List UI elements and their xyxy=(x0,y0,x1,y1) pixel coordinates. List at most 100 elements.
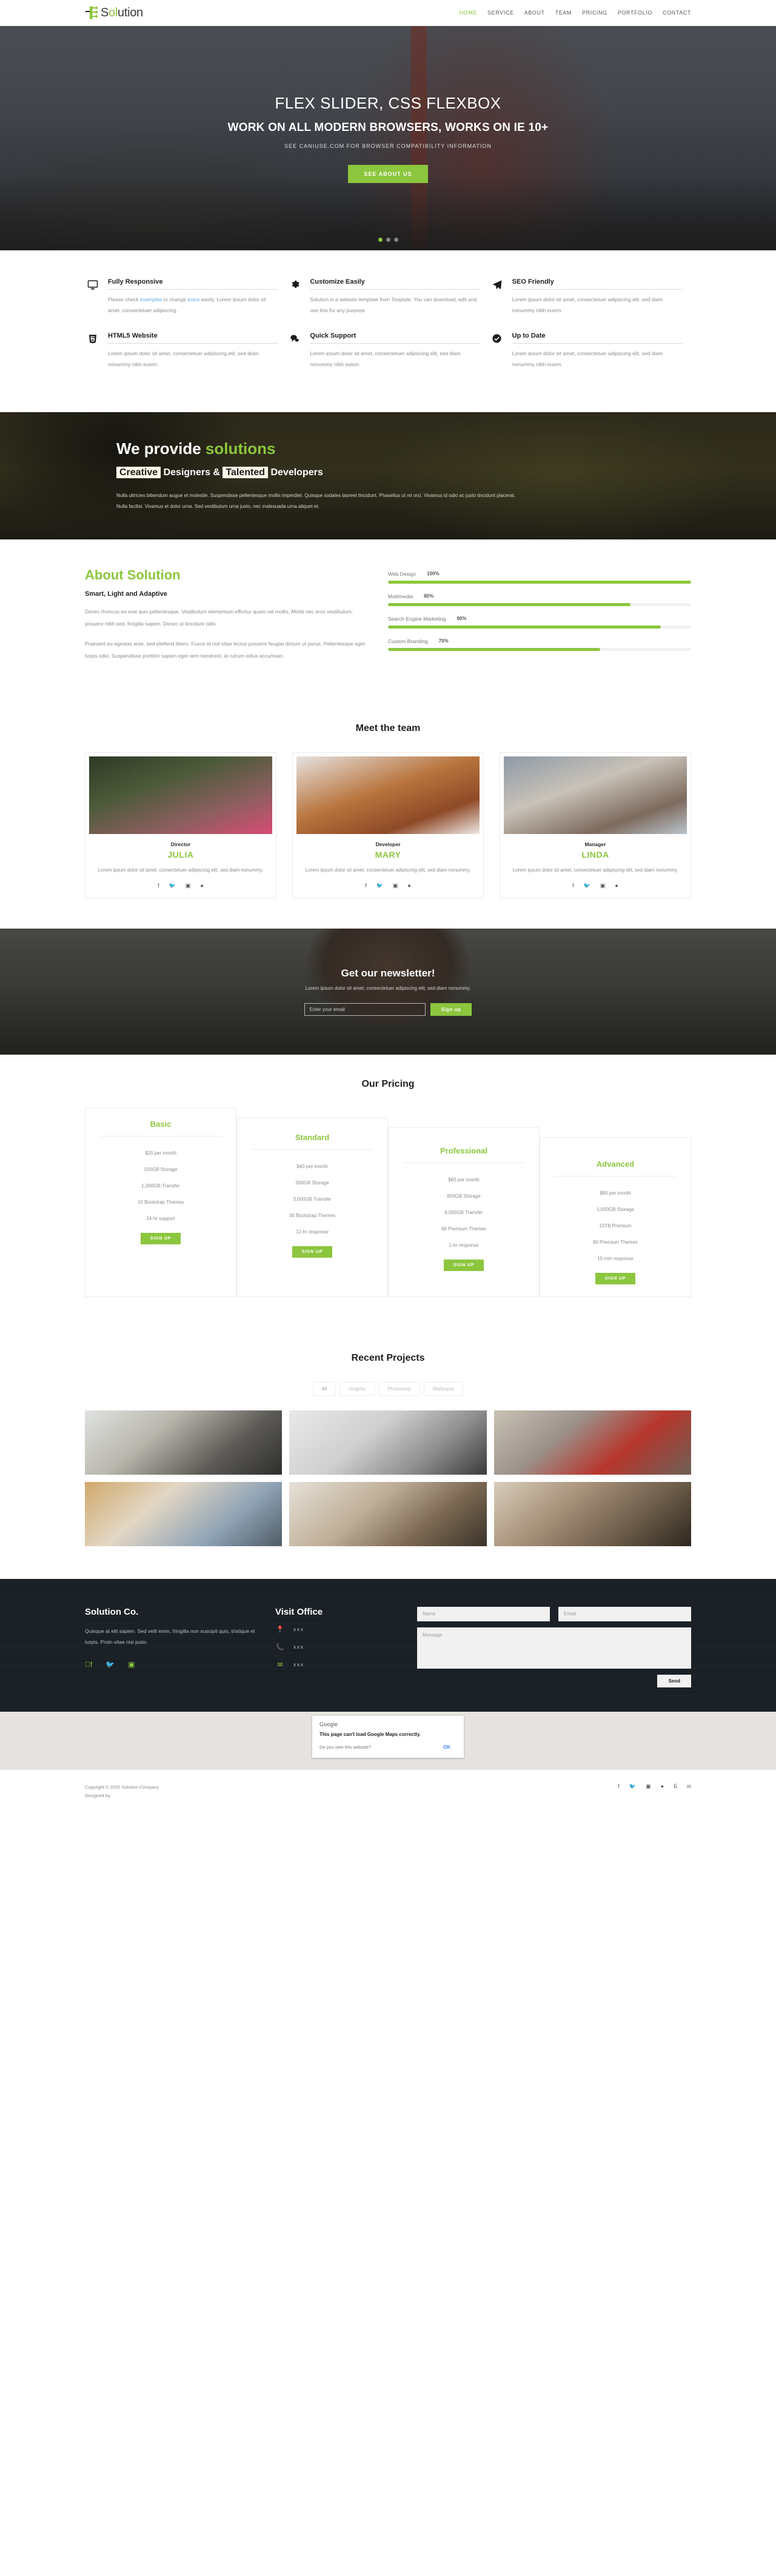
feature-link-examples[interactable]: examples xyxy=(140,296,162,302)
project-thumbnail[interactable] xyxy=(85,1410,283,1475)
team-social-links[interactable]: f 🐦 ▣ ● xyxy=(504,883,687,889)
skill-fill xyxy=(388,626,661,629)
contact-message-textarea[interactable] xyxy=(417,1627,691,1669)
facebook-icon[interactable]: f xyxy=(365,883,367,889)
pricing-signup-button[interactable]: SIGN UP xyxy=(443,1259,484,1271)
about-section: About Solution Smart, Light and Adaptive… xyxy=(85,539,691,702)
project-thumbnail[interactable] xyxy=(493,1481,691,1546)
nav-item-about[interactable]: ABOUT xyxy=(524,10,545,16)
solutions-mid1: Designers & xyxy=(161,467,223,478)
project-filters[interactable]: All Graphic Photoshop Wallpaper xyxy=(85,1381,691,1396)
dribbble-icon[interactable]: ● xyxy=(615,883,618,889)
map-error-ok-button[interactable]: OK xyxy=(437,1743,457,1752)
pricing-signup-button[interactable]: SIGN UP xyxy=(292,1246,333,1258)
pricing-title: Our Pricing xyxy=(361,1078,415,1089)
instagram-icon[interactable]: ▣ xyxy=(393,883,398,889)
linkedin-icon[interactable]: in xyxy=(687,1783,691,1790)
twitter-icon[interactable]: 🐦 xyxy=(169,883,176,889)
features-section: Fully Responsive Please check examples to… xyxy=(0,250,776,413)
pricing-card: Advanced $80 per month 1,000GB Storage 10TB… xyxy=(540,1136,691,1297)
project-thumbnail[interactable] xyxy=(85,1481,283,1546)
nav-item-pricing[interactable]: PRICING xyxy=(582,10,607,16)
solutions-subtitle: Creative Designers & Talented Developers xyxy=(116,465,691,479)
feature-link-icons[interactable]: icons xyxy=(187,296,199,302)
team-member-photo xyxy=(89,756,272,834)
contact-name-input[interactable] xyxy=(417,1606,550,1621)
phone-icon: 📞 xyxy=(276,1643,284,1651)
hero-slider-dots[interactable] xyxy=(0,238,776,242)
feature-divider xyxy=(108,342,279,344)
project-filter-wallpaper[interactable]: Wallpaper xyxy=(423,1381,464,1396)
instagram-icon[interactable]: ▣ xyxy=(186,883,191,889)
footer-designer-line[interactable]: Designed by xyxy=(85,1792,159,1800)
project-filter-graphic[interactable]: Graphic xyxy=(340,1381,375,1396)
feature-title: Fully Responsive xyxy=(108,278,163,285)
twitter-icon[interactable]: 🐦 xyxy=(629,1783,636,1790)
nav-item-service[interactable]: SERVICE xyxy=(487,10,514,16)
logo[interactable]: Solution xyxy=(85,6,143,20)
facebook-icon[interactable]: f xyxy=(158,883,159,889)
hero-dot-2[interactable] xyxy=(386,238,390,242)
project-thumbnail[interactable] xyxy=(289,1410,487,1475)
nav-item-contact[interactable]: CONTACT xyxy=(663,10,691,16)
hero-cta-button[interactable]: SEE ABOUT US xyxy=(348,164,428,183)
feature-divider xyxy=(310,289,481,290)
feature-text: Lorem ipsum dolor sit amet, consectetuer… xyxy=(512,296,663,313)
team-member-role: Director xyxy=(170,841,191,847)
pricing-feature: 30 Bootstrap Themes xyxy=(289,1212,336,1218)
contact-email-input[interactable] xyxy=(558,1606,691,1621)
map-section[interactable]: Google This page can't load Google Maps … xyxy=(0,1711,776,1770)
facebook-icon[interactable]: f xyxy=(85,1660,92,1669)
contact-address-row: 📍 xxx xyxy=(275,1626,403,1633)
facebook-icon[interactable]: f xyxy=(618,1783,620,1790)
nav-item-home[interactable]: HOME xyxy=(460,10,477,16)
map-error-question: Do you own this website? xyxy=(319,1744,372,1750)
hero-dot-3[interactable] xyxy=(393,238,398,242)
about-title: About Solution xyxy=(85,567,181,583)
behance-icon[interactable]: Б xyxy=(674,1783,677,1790)
pricing-signup-button[interactable]: SIGN UP xyxy=(595,1272,636,1284)
nav-item-portfolio[interactable]: PORTFOLIO xyxy=(618,10,652,16)
twitter-icon[interactable]: 🐦 xyxy=(105,1660,115,1669)
feature-card: Up to Date Lorem ipsum dolor sit amet, co… xyxy=(489,332,691,386)
team-social-links[interactable]: f 🐦 ▣ ● xyxy=(89,883,272,889)
newsletter-email-input[interactable] xyxy=(304,1003,426,1016)
twitter-icon[interactable]: 🐦 xyxy=(376,883,383,889)
skill-track xyxy=(388,648,691,652)
main-nav[interactable]: HOME SERVICE ABOUT TEAM PRICING PORTFOLI… xyxy=(460,10,691,16)
nav-item-team[interactable]: TEAM xyxy=(555,10,572,16)
newsletter-signup-button[interactable]: Sign up xyxy=(430,1003,472,1016)
dribbble-icon[interactable]: ● xyxy=(407,883,410,889)
facebook-icon[interactable]: f xyxy=(572,883,574,889)
team-social-links[interactable]: f 🐦 ▣ ● xyxy=(296,883,480,889)
project-filter-all[interactable]: All xyxy=(312,1381,336,1396)
hero-dot-1[interactable] xyxy=(378,238,383,242)
pricing-feature: $80 per month xyxy=(600,1190,631,1196)
feature-card: Quick Support Lorem ipsum dolor sit amet,… xyxy=(287,332,489,386)
pricing-signup-button[interactable]: SIGN UP xyxy=(140,1232,181,1244)
dribbble-icon[interactable]: ● xyxy=(661,1783,664,1790)
feature-text: Lorem ipsum dolor sit amet, consectetuer… xyxy=(512,350,663,367)
team-member-name: LINDA xyxy=(581,849,609,859)
project-filter-photoshop[interactable]: Photoshop xyxy=(378,1381,420,1396)
instagram-icon[interactable]: ▣ xyxy=(600,883,606,889)
check-circle-icon xyxy=(489,332,505,370)
instagram-icon[interactable]: ▣ xyxy=(128,1660,135,1669)
pricing-feature: 6,000GB Transfer xyxy=(444,1209,483,1215)
twitter-icon[interactable]: 🐦 xyxy=(584,883,590,889)
contact-send-button[interactable]: Send xyxy=(657,1674,691,1687)
dribbble-icon[interactable]: ● xyxy=(200,883,203,889)
contact-social-links[interactable]: f 🐦 ▣ xyxy=(85,1660,261,1669)
solutions-hl-creative: Creative xyxy=(116,466,161,478)
instagram-icon[interactable]: ▣ xyxy=(646,1783,651,1790)
skill-percent: 70% xyxy=(438,638,449,644)
project-thumbnail[interactable] xyxy=(289,1481,487,1546)
skill-track xyxy=(388,581,691,584)
hero-title: FLEX SLIDER, CSS FLEXBOX xyxy=(275,93,501,112)
solutions-paragraph: Nulla ultricies bibendum augue et molest… xyxy=(116,493,515,510)
footer-social-links[interactable]: f 🐦 ▣ ● Б in xyxy=(618,1783,691,1790)
pricing-feature: 1,000GB Storage xyxy=(597,1206,634,1212)
project-thumbnail[interactable] xyxy=(493,1410,691,1475)
feature-text: Please check examples to change icons ea… xyxy=(108,296,266,313)
footer-copyright-line: Copyright © 2020 Solution Company xyxy=(85,1784,159,1790)
